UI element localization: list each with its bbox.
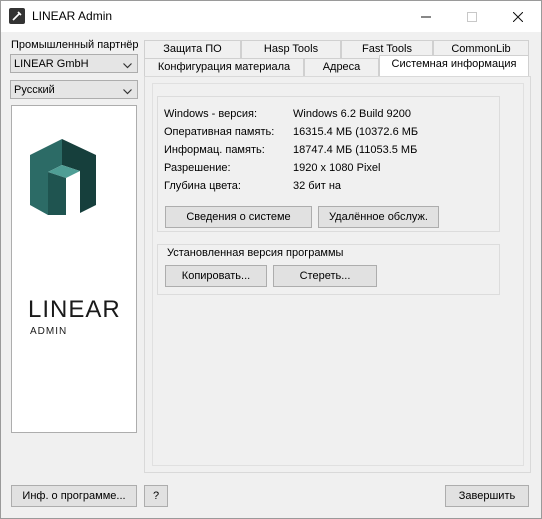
tab-content-panel: Windows - версия: Windows 6.2 Build 9200… [144,76,531,473]
chevron-down-icon [123,86,132,98]
title-bar: LINEAR Admin [1,1,541,32]
tab-software-protection[interactable]: Защита ПО [144,40,241,58]
partner-select-value: LINEAR GmbH [14,58,89,70]
system-info-button[interactable]: Сведения о системе [165,206,312,228]
windows-version-label: Windows - версия: [164,108,258,120]
tab-hasp-tools[interactable]: Hasp Tools [241,40,341,58]
system-info-group: Windows - версия: Windows 6.2 Build 9200… [157,96,500,232]
ram-value: 16315.4 МБ (10372.6 МБ [293,126,419,138]
tab-addresses[interactable]: Адреса [304,58,379,76]
about-button[interactable]: Инф. о программе... [11,485,137,507]
language-select-value: Русский [14,84,55,96]
linear-logo-icon [28,137,98,220]
maximize-icon[interactable] [449,1,495,32]
copy-button[interactable]: Копировать... [165,265,267,287]
logo-panel: LINEAR ADMIN [11,105,137,433]
close-icon[interactable] [495,1,541,32]
partner-select[interactable]: LINEAR GmbH [10,54,138,73]
installed-version-group: Установленная версия программы Копироват… [157,244,500,295]
help-button[interactable]: ? [144,485,168,507]
delete-button[interactable]: Стереть... [273,265,377,287]
tab-system-info[interactable]: Системная информация [379,55,529,76]
ram-label: Оперативная память: [164,126,275,138]
remote-service-button[interactable]: Удалённое обслуж. [318,206,439,228]
installed-version-title: Установленная версия программы [167,247,344,259]
logo-wordmark: LINEAR [28,296,121,323]
main-window: LINEAR Admin Промышленный партнёр LINEAR… [0,0,542,519]
windows-version-value: Windows 6.2 Build 9200 [293,108,412,120]
minimize-icon[interactable] [403,1,449,32]
chevron-down-icon [123,60,132,72]
tab-content-inner: Windows - версия: Windows 6.2 Build 9200… [152,83,524,466]
logo-subtitle: ADMIN [30,326,68,337]
window-title: LINEAR Admin [32,9,113,23]
exit-button[interactable]: Завершить [445,485,529,507]
language-select[interactable]: Русский [10,80,138,99]
tab-material-config[interactable]: Конфигурация материала [144,58,304,76]
resolution-label: Разрешение: [164,162,231,174]
resolution-value: 1920 x 1080 Pixel [293,162,381,174]
app-icon [9,8,25,24]
partner-label: Промышленный партнёр [11,39,139,51]
color-depth-label: Глубина цвета: [164,180,241,192]
virtual-memory-value: 18747.4 МБ (11053.5 МБ [293,144,418,156]
color-depth-value: 32 бит на [293,180,342,192]
virtual-memory-label: Информац. память: [164,144,265,156]
